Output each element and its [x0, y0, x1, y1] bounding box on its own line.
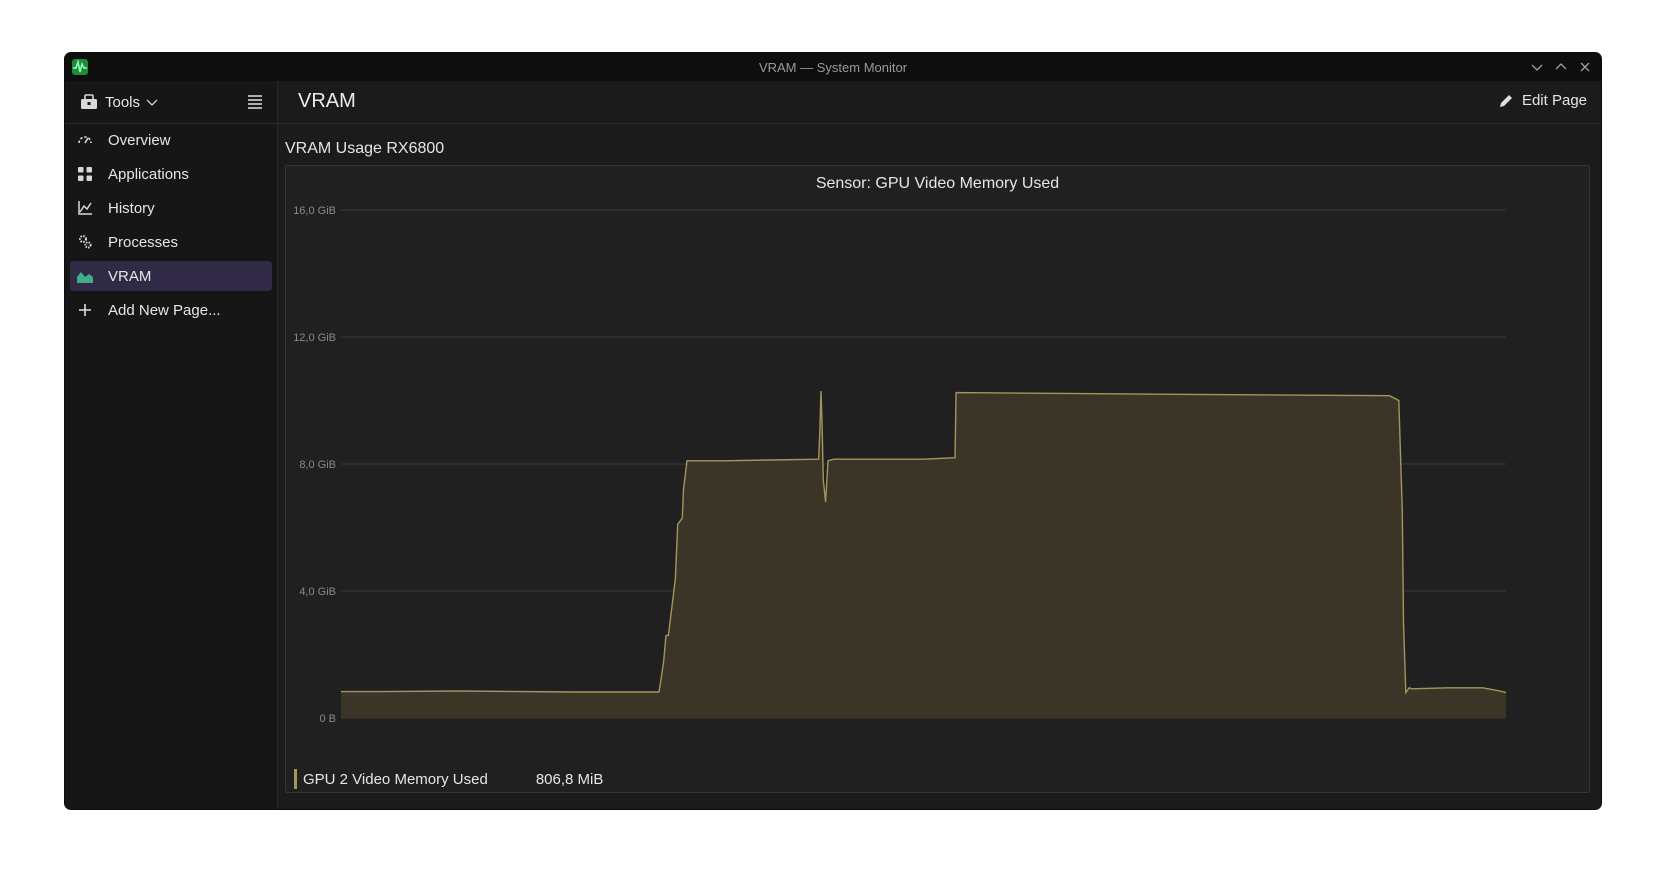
y-tick-label: 0 B	[319, 713, 336, 725]
sidebar-item-applications[interactable]: Applications	[70, 159, 272, 189]
sidebar: Tools Overview Applications History Proc…	[65, 81, 278, 809]
minimize-button[interactable]	[1529, 59, 1545, 75]
legend-series-value: 806,8 MiB	[535, 770, 604, 788]
maximize-button[interactable]	[1553, 59, 1569, 75]
y-tick-label: 4,0 GiB	[299, 586, 336, 598]
section-title: VRAM Usage RX6800	[285, 140, 445, 157]
close-window-button[interactable]	[1577, 59, 1593, 75]
hamburger-menu-icon[interactable]	[245, 92, 265, 112]
sidebar-item-label: History	[108, 199, 155, 217]
tools-label: Tools	[105, 93, 141, 111]
chevron-up-icon	[1555, 63, 1567, 70]
vram-area-chart: 16,0 GiB 12,0 GiB 8,0 GiB 4,0 GiB 0 B	[293, 205, 1507, 725]
page-title: VRAM	[298, 90, 356, 112]
vram-area-chart-icon	[76, 267, 94, 285]
sidebar-header: Tools	[65, 81, 277, 124]
title-bar[interactable]: VRAM — System Monitor	[65, 53, 1601, 81]
sidebar-item-label: Processes	[108, 233, 179, 251]
series-area-fill	[341, 391, 1506, 718]
legend-series-name: GPU 2 Video Memory Used	[303, 770, 488, 788]
toolbox-icon	[81, 94, 97, 109]
sidebar-item-label: VRAM	[108, 267, 152, 285]
sidebar-item-label: Overview	[108, 131, 171, 149]
overview-icon	[76, 131, 94, 149]
y-tick-label: 8,0 GiB	[299, 459, 336, 471]
sidebar-item-label: Applications	[108, 165, 189, 183]
chart-title: Sensor: GPU Video Memory Used	[815, 175, 1060, 192]
page-header: VRAM Edit Page	[278, 81, 1601, 124]
sidebar-nav: Overview Applications History Processes	[70, 125, 272, 329]
processes-gear-icon	[76, 233, 94, 251]
edit-page-button[interactable]: Edit Page	[1498, 92, 1587, 109]
y-tick-label: 16,0 GiB	[293, 205, 336, 217]
history-chart-icon	[76, 199, 94, 217]
y-tick-label: 12,0 GiB	[293, 332, 336, 344]
chart-card: 16,0 GiB 12,0 GiB 8,0 GiB 4,0 GiB 0 B Sensor…	[285, 165, 1590, 793]
sidebar-item-add-new-page[interactable]: Add New Page...	[70, 295, 272, 325]
window-title: VRAM — System Monitor	[758, 60, 908, 75]
sidebar-item-vram[interactable]: VRAM	[70, 261, 272, 291]
sidebar-item-label: Add New Page...	[108, 301, 221, 319]
legend-color-swatch	[294, 769, 297, 789]
chart-legend: GPU 2 Video Memory Used 806,8 MiB	[294, 769, 603, 789]
pencil-icon	[1499, 94, 1512, 107]
chevron-down-icon	[146, 99, 158, 106]
main-content: VRAM Edit Page VRAM Usage RX6800 16,0 Gi…	[278, 81, 1601, 809]
tools-menu-button[interactable]: Tools	[79, 90, 158, 114]
system-monitor-window: VRAM — System Monitor Tools Overview App…	[65, 53, 1601, 809]
applications-grid-icon	[76, 165, 94, 183]
sidebar-item-processes[interactable]: Processes	[70, 227, 272, 257]
close-icon	[1580, 62, 1590, 72]
sidebar-item-history[interactable]: History	[70, 193, 272, 223]
sidebar-item-overview[interactable]: Overview	[70, 125, 272, 155]
plus-icon	[76, 301, 94, 319]
chevron-down-icon	[1531, 64, 1543, 71]
edit-page-label: Edit Page	[1521, 92, 1587, 109]
